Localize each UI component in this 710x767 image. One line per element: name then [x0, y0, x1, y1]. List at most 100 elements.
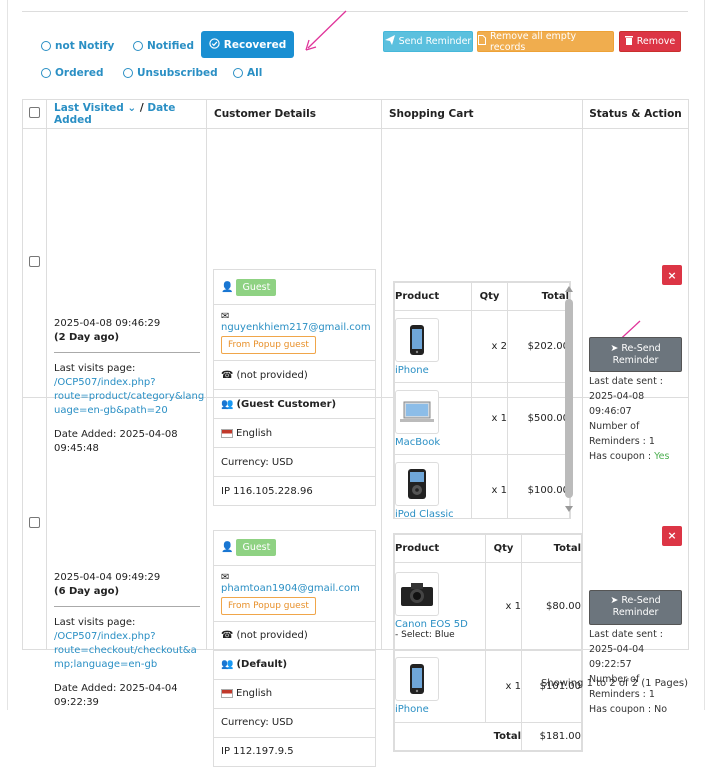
date-added-time: 09:45:48: [54, 443, 99, 454]
last-page-label: Last visits page:: [54, 363, 136, 374]
item-qty: x 1: [485, 561, 522, 651]
email-link[interactable]: phamtoan1904@gmail.com: [221, 583, 360, 594]
guest-badge: Guest: [236, 539, 277, 556]
product-link[interactable]: iPod Classic: [395, 509, 471, 519]
product-link[interactable]: Canon EOS 5D: [395, 619, 485, 630]
filter-unsubscribed[interactable]: Unsubscribed: [123, 67, 218, 79]
flag-icon: [221, 689, 233, 698]
resend-reminder-button[interactable]: ➤ Re-Send Reminder: [589, 589, 682, 625]
flag-icon: [221, 428, 233, 438]
email-link[interactable]: nguyenkhiem217@gmail.com: [221, 322, 371, 333]
filter-ordered[interactable]: Ordered: [41, 67, 104, 79]
abandoned-cart-table: Last Visited ⌄ / Date Added Customer Det…: [22, 99, 689, 767]
filter-label: All: [247, 67, 263, 79]
cart-product-header: Product: [394, 533, 486, 563]
filter-label: not Notify: [55, 40, 115, 52]
cart-total-value: $181.00: [521, 721, 582, 751]
customer-cell: 👤 Guest ✉ nguyenkhiem217@gmail.com From …: [206, 128, 382, 506]
customer-header: Customer Details: [206, 99, 382, 129]
group-value: (Default): [236, 659, 288, 670]
reminders-value: Reminders : 1: [589, 436, 655, 447]
scroll-thumb[interactable]: [565, 299, 573, 498]
row-checkbox[interactable]: [29, 516, 40, 528]
url-line: route=product/category&lang: [54, 391, 205, 402]
envelope-icon: ✉: [221, 571, 230, 583]
chevron-down-icon: ⌄: [127, 102, 137, 114]
scroll-down-icon[interactable]: [564, 505, 574, 513]
coupon-row: Has coupon : No: [589, 702, 682, 717]
filter-all[interactable]: All: [233, 67, 262, 79]
row-checkbox[interactable]: [29, 256, 40, 267]
send-reminder-label: Send Reminder: [398, 36, 472, 47]
iphone-icon[interactable]: [395, 657, 439, 701]
phone-icon: ☎: [221, 630, 234, 641]
remove-empty-button[interactable]: Remove all empty records: [477, 30, 614, 53]
send-reminder-button[interactable]: Send Reminder: [383, 31, 473, 52]
select-all-checkbox[interactable]: [29, 107, 40, 118]
close-icon[interactable]: ×: [662, 525, 682, 546]
remove-button[interactable]: Remove: [619, 31, 681, 52]
users-icon: 👥: [221, 398, 234, 410]
cart-qty-header: Qty: [485, 533, 522, 563]
item-qty: x 2: [471, 310, 508, 383]
divider: [54, 605, 200, 607]
sort-header: Last Visited ⌄ / Date Added: [46, 99, 207, 129]
customer-details: 👤 Guest ✉ nguyenkhiem217@gmail.com From …: [213, 269, 376, 506]
header-slash: /: [139, 102, 144, 114]
product-link[interactable]: iPhone: [395, 365, 471, 376]
radio-icon: [233, 68, 243, 78]
trash-icon: [624, 35, 633, 48]
users-icon: 👥: [221, 659, 234, 670]
cart-scrollbar[interactable]: [563, 285, 573, 513]
envelope-icon: ✉: [221, 311, 230, 322]
remove-empty-label: Remove all empty records: [490, 30, 577, 53]
coupon-value: Yes: [654, 451, 670, 462]
phone-value: (not provided): [236, 369, 308, 381]
currency-value: Currency: USD: [221, 456, 294, 468]
status-cell: × ➤ Re-Send Reminder Last date sent : 20…: [582, 128, 689, 462]
cart-header: Shopping Cart: [381, 99, 583, 129]
currency-row: Currency: USD: [214, 709, 375, 738]
row-select-cell: [22, 128, 47, 398]
currency-row: Currency: USD: [214, 448, 375, 477]
paper-plane-icon: [384, 35, 395, 48]
iphone-icon[interactable]: [395, 317, 439, 362]
cart-table: Product Qty Total Canon EOS 5D - Select:…: [393, 532, 583, 752]
visited-date: 2025-04-08 09:46:29: [54, 318, 161, 329]
select-all-cell: [22, 99, 47, 129]
language-value: English: [236, 427, 273, 439]
cart-total-header: Total: [507, 282, 570, 311]
filter-notified[interactable]: Notified: [133, 40, 194, 52]
last-page-link[interactable]: /OCP507/index.php? route=checkout/checko…: [54, 630, 200, 672]
email-row: ✉ phamtoan1904@gmail.com From Popup gues…: [214, 566, 375, 622]
sort-last-visited-link[interactable]: Last Visited: [54, 102, 124, 114]
laptop-icon[interactable]: [395, 389, 439, 434]
last-sent-label: Last date sent :: [589, 628, 664, 640]
popup-badge: From Popup guest: [221, 336, 316, 354]
resend-text: Re-Send: [621, 342, 661, 354]
row-select-cell: [22, 397, 47, 650]
camera-icon[interactable]: [395, 572, 439, 616]
item-qty: x 1: [471, 382, 508, 455]
date-added-time: 09:22:39: [54, 696, 99, 708]
filter-recovered-button[interactable]: Recovered: [201, 31, 294, 58]
last-sent-date: 2025-04-08: [589, 391, 645, 402]
ipod-icon[interactable]: [395, 461, 439, 506]
divider: [54, 352, 200, 353]
resend-label-2: Reminder: [612, 607, 659, 618]
scroll-up-icon[interactable]: [564, 285, 574, 293]
phone-row: ☎ (not provided): [214, 622, 375, 651]
resend-reminder-button[interactable]: ➤ Re-Send Reminder: [589, 337, 682, 372]
cart-total-header: Total: [521, 533, 582, 563]
last-page-link[interactable]: /OCP507/index.php? route=product/categor…: [54, 376, 205, 418]
group-value: (Guest Customer): [236, 398, 337, 410]
last-sent-label: Last date sent :: [589, 376, 664, 387]
radio-icon: [41, 41, 51, 51]
product-link[interactable]: MacBook: [395, 437, 471, 448]
url-line: mp;language=en-gb: [54, 658, 158, 670]
close-icon[interactable]: ×: [662, 265, 682, 285]
filter-not-notify[interactable]: not Notify: [41, 40, 114, 52]
last-sent-date: 2025-04-04: [589, 643, 645, 655]
date-cell: 2025-04-08 09:46:29 (2 Day ago) Last vis…: [46, 128, 207, 454]
filter-label: Ordered: [55, 67, 104, 79]
